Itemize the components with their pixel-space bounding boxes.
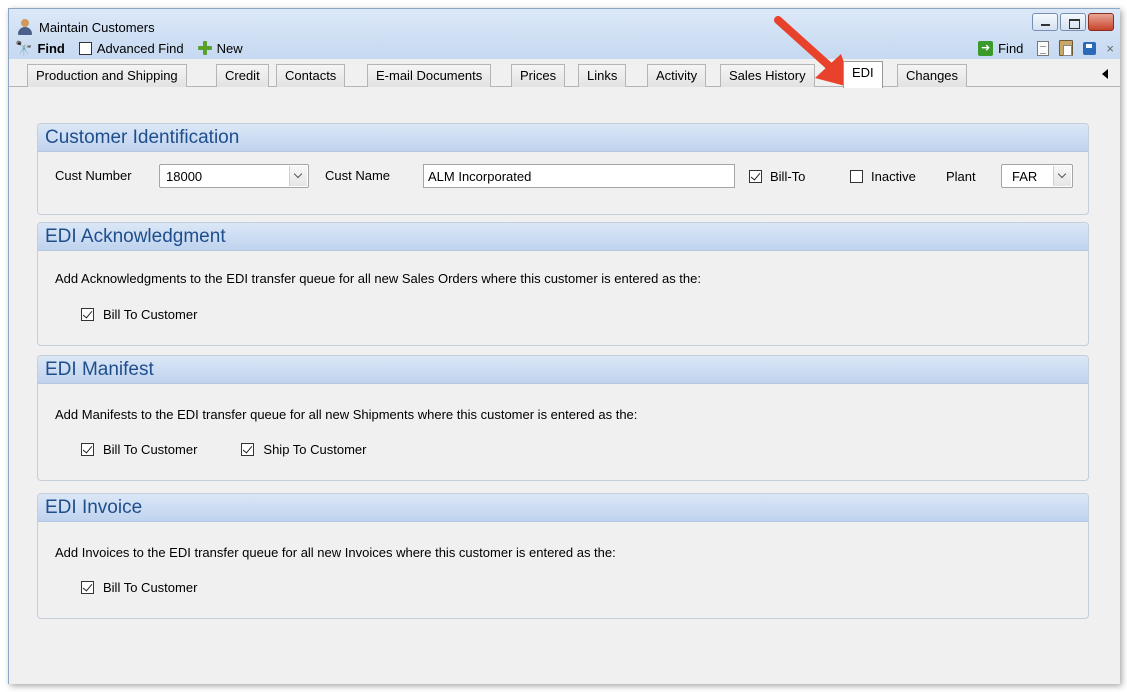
window-controls [1032, 13, 1114, 31]
advanced-find-checkbox[interactable] [78, 41, 92, 55]
manifest-checkbox-row: Bill To Customer Ship To Customer [81, 442, 367, 457]
tab-production-and-shipping[interactable]: Production and Shipping [27, 64, 187, 87]
new-button[interactable]: New [197, 40, 243, 56]
cust-number-value: 18000 [166, 169, 203, 184]
ack-bill-to-customer-label: Bill To Customer [103, 307, 198, 322]
cust-name-value: ALM Incorporated [428, 169, 532, 184]
manifest-ship-to-customer-checkbox[interactable] [241, 443, 255, 456]
close-window-button[interactable] [1088, 13, 1114, 31]
go-arrow-icon: ➜ [978, 40, 994, 56]
find-label: Find [37, 40, 65, 56]
edi-acknowledgment-group: EDI Acknowledgment Add Acknowledgments t… [37, 222, 1089, 346]
ack-bill-to-customer-toggle[interactable]: Bill To Customer [81, 307, 197, 322]
plant-label: Plant [946, 169, 976, 184]
invoice-bill-to-customer-checkbox[interactable] [81, 581, 94, 594]
inactive-checkbox[interactable] [850, 170, 863, 183]
edi-manifest-group: EDI Manifest Add Manifests to the EDI tr… [37, 355, 1089, 481]
tab-contacts[interactable]: Contacts [276, 64, 346, 87]
bill-to-label: Bill-To [770, 169, 806, 184]
paste-icon[interactable] [1059, 40, 1074, 56]
copy-icon[interactable] [1037, 40, 1050, 56]
cust-number-label: Cust Number [55, 168, 132, 183]
invoice-bill-to-customer-label: Bill To Customer [103, 580, 198, 595]
new-label: New [216, 40, 243, 56]
tab-activity[interactable]: Activity [647, 64, 707, 87]
chevron-down-icon[interactable] [289, 166, 307, 186]
customer-identification-header: Customer Identification [38, 124, 1088, 152]
tab-edi[interactable]: EDI [843, 61, 883, 88]
save-icon[interactable] [1083, 41, 1097, 55]
bill-to-toggle[interactable]: Bill-To [749, 169, 805, 184]
edi-manifest-description: Add Manifests to the EDI transfer queue … [55, 407, 638, 422]
edi-acknowledgment-description: Add Acknowledgments to the EDI transfer … [55, 271, 701, 286]
cust-name-field[interactable]: ALM Incorporated [423, 164, 735, 188]
window-title: Maintain Customers [39, 19, 155, 35]
edi-acknowledgment-header: EDI Acknowledgment [38, 223, 1088, 251]
inactive-toggle[interactable]: Inactive [850, 169, 916, 184]
manifest-ship-to-customer-label: Ship To Customer [263, 442, 367, 457]
plus-icon [197, 41, 212, 55]
minimize-button[interactable] [1032, 13, 1058, 31]
close-icon[interactable]: × [1106, 41, 1114, 56]
toolbar-right: ➜ Find × [978, 37, 1114, 59]
tab-scroll-left-icon[interactable] [1102, 69, 1108, 79]
customer-icon [17, 19, 33, 35]
find-tool[interactable]: 🔭 Find [15, 40, 65, 57]
tab-sales-history[interactable]: Sales History [720, 64, 815, 87]
edi-invoice-description: Add Invoices to the EDI transfer queue f… [55, 545, 616, 560]
right-find-button[interactable]: ➜ Find [978, 40, 1024, 56]
plant-combo[interactable]: FAR [1001, 164, 1073, 188]
maintain-customers-window: Maintain Customers 🔭 Find Advanced Find … [8, 8, 1120, 684]
title-row: Maintain Customers [17, 17, 155, 37]
cust-name-label: Cust Name [325, 168, 391, 183]
plant-value: FAR [1012, 169, 1038, 184]
tab-links[interactable]: Links [578, 64, 627, 87]
tab-changes[interactable]: Changes [897, 64, 968, 87]
tab-prices[interactable]: Prices [511, 64, 566, 87]
edi-manifest-header: EDI Manifest [38, 356, 1088, 384]
cust-number-combo[interactable]: 18000 [159, 164, 309, 188]
right-find-label: Find [998, 40, 1024, 56]
binoculars-icon: 🔭 [15, 39, 33, 56]
chevron-down-icon[interactable] [1053, 166, 1071, 186]
manifest-bill-to-customer-checkbox[interactable] [81, 443, 94, 456]
tab-email-documents[interactable]: E-mail Documents [367, 64, 492, 87]
advanced-find-label: Advanced Find [96, 40, 184, 56]
edi-tab-content: Customer Identification Cust Number 1800… [9, 87, 1120, 684]
ack-bill-to-customer-checkbox[interactable] [81, 308, 94, 321]
title-bar: Maintain Customers 🔭 Find Advanced Find … [9, 9, 1120, 59]
toolbar: 🔭 Find Advanced Find New ➜ Find × [15, 37, 1114, 59]
tab-credit[interactable]: Credit [216, 64, 269, 87]
manifest-bill-to-customer-label: Bill To Customer [103, 442, 198, 457]
edi-invoice-header: EDI Invoice [38, 494, 1088, 522]
maximize-button[interactable] [1060, 13, 1086, 31]
customer-identification-group: Customer Identification Cust Number 1800… [37, 123, 1089, 215]
edi-invoice-group: EDI Invoice Add Invoices to the EDI tran… [37, 493, 1089, 619]
tab-strip: Production and Shipping Credit Contacts … [9, 59, 1120, 88]
inactive-label: Inactive [871, 169, 916, 184]
bill-to-checkbox[interactable] [749, 170, 762, 183]
invoice-bill-to-customer-toggle[interactable]: Bill To Customer [81, 580, 197, 595]
advanced-find-toggle[interactable]: Advanced Find [78, 40, 184, 56]
